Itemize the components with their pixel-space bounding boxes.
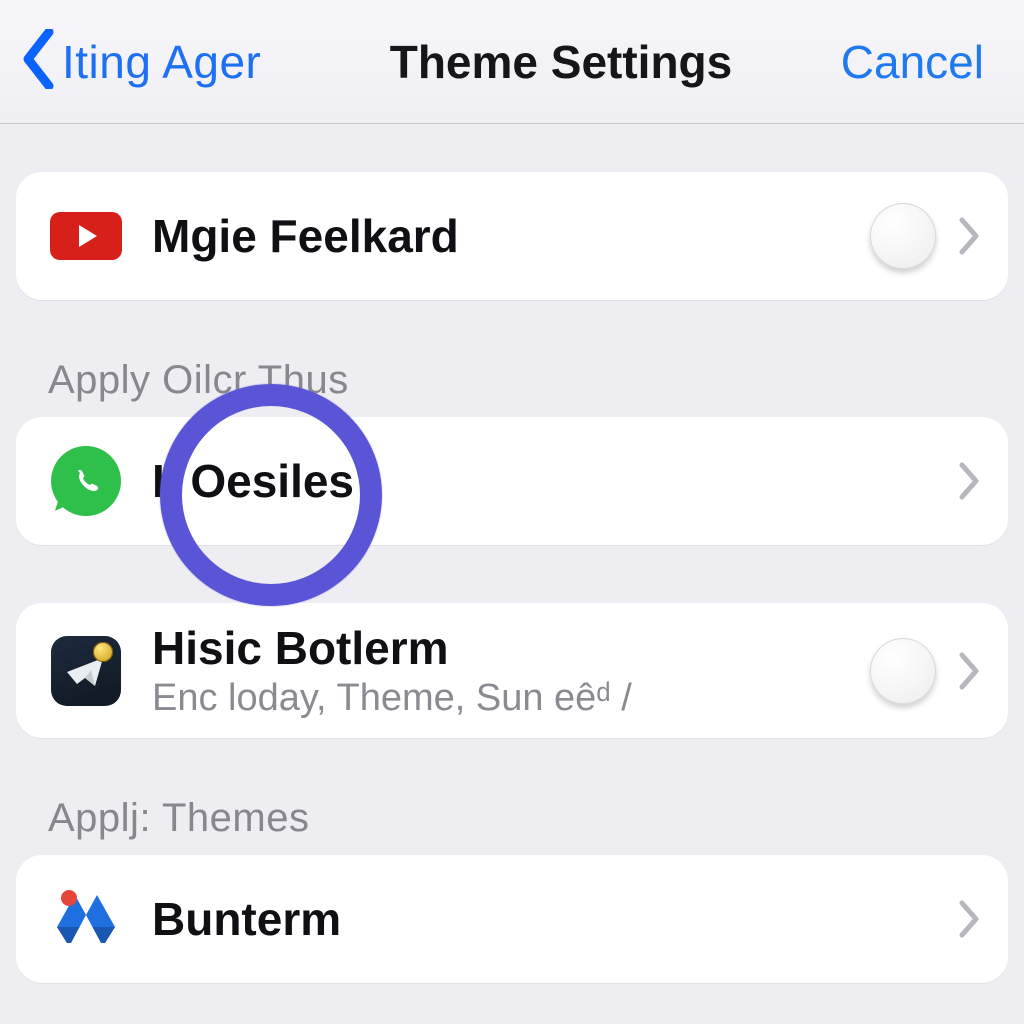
back-button[interactable]: Iting Ager bbox=[18, 29, 318, 94]
toggle-switch[interactable] bbox=[870, 203, 936, 269]
settings-group-2: II Oesiles bbox=[16, 417, 1008, 545]
chevron-right-icon bbox=[958, 651, 980, 691]
cancel-button[interactable]: Cancel bbox=[804, 35, 984, 89]
section-header-apply: Apply Oilcr Thus bbox=[16, 358, 1008, 417]
chevron-left-icon bbox=[18, 29, 56, 94]
youtube-icon bbox=[50, 200, 122, 272]
drive-icon bbox=[50, 883, 122, 955]
chevron-right-icon bbox=[958, 899, 980, 939]
toggle-switch[interactable] bbox=[870, 638, 936, 704]
row-title: Hisic Botlerm bbox=[152, 621, 840, 675]
row-drive[interactable]: Bunterm bbox=[16, 855, 1008, 983]
row-youtube[interactable]: Mgie Feelkard bbox=[16, 172, 1008, 300]
section-header-themes: Applj: Themes bbox=[16, 796, 1008, 855]
chevron-right-icon bbox=[958, 461, 980, 501]
row-title: II Oesiles bbox=[152, 454, 928, 508]
page-title: Theme Settings bbox=[390, 35, 733, 89]
navigation-bar: Iting Ager Theme Settings Cancel bbox=[0, 0, 1024, 124]
chevron-right-icon bbox=[958, 216, 980, 256]
row-title: Mgie Feelkard bbox=[152, 209, 840, 263]
row-subtitle: Enc loday, Theme, Sun eêᵈ / bbox=[152, 677, 840, 720]
whatsapp-icon bbox=[50, 445, 122, 517]
row-telegram[interactable]: Hisic Botlerm Enc loday, Theme, Sun eêᵈ … bbox=[16, 603, 1008, 738]
content-area: Mgie Feelkard Apply Oilcr Thus II bbox=[0, 124, 1024, 983]
settings-group-4: Bunterm bbox=[16, 855, 1008, 983]
row-title: Bunterm bbox=[152, 892, 928, 946]
telegram-icon bbox=[50, 635, 122, 707]
row-whatsapp[interactable]: II Oesiles bbox=[16, 417, 1008, 545]
settings-group-3: Hisic Botlerm Enc loday, Theme, Sun eêᵈ … bbox=[16, 603, 1008, 738]
settings-group-1: Mgie Feelkard bbox=[16, 172, 1008, 300]
back-label: Iting Ager bbox=[62, 35, 261, 89]
